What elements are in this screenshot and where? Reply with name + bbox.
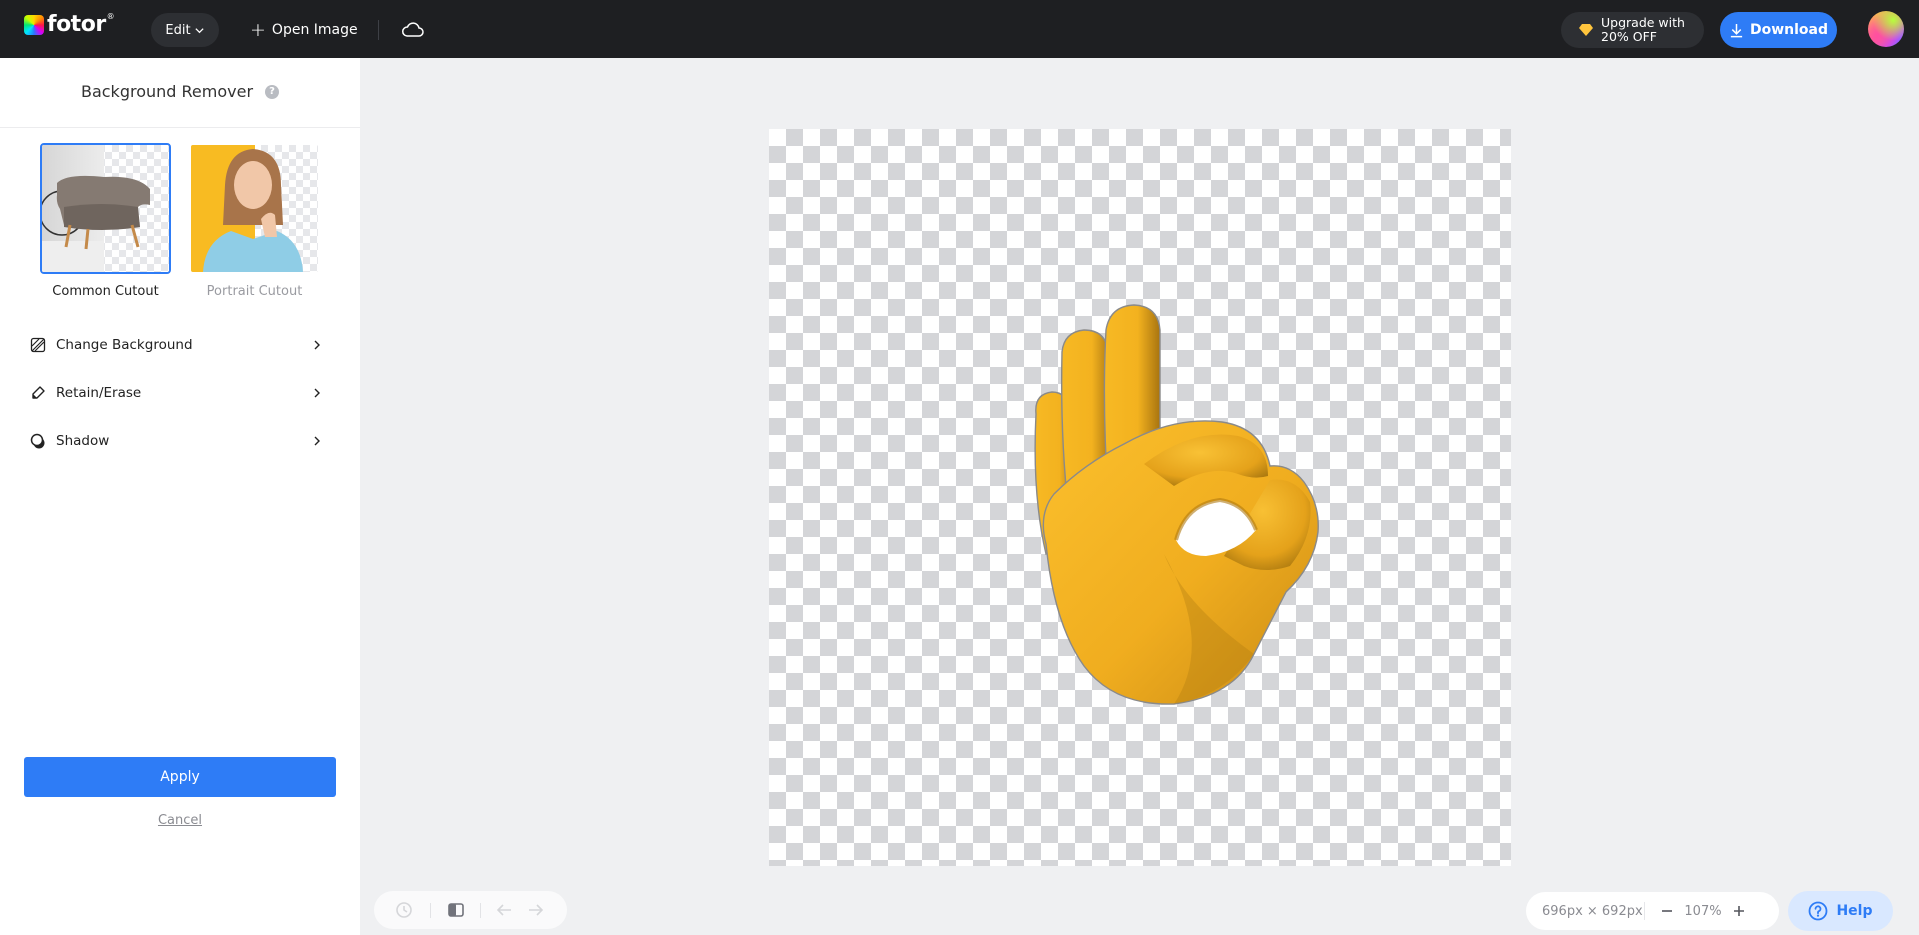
help-button[interactable]: Help xyxy=(1788,891,1893,931)
compare-icon[interactable] xyxy=(446,900,466,920)
common-cutout-label: Common Cutout xyxy=(52,284,159,299)
zoom-toolbar: 696px × 692px 107% xyxy=(1526,892,1779,930)
zoom-level: 107% xyxy=(1684,903,1722,919)
upgrade-button[interactable]: Upgrade with 20% OFF xyxy=(1561,12,1704,48)
change-background-label: Change Background xyxy=(56,337,193,353)
download-button[interactable]: Download xyxy=(1720,12,1837,48)
open-image-button[interactable]: + Open Image xyxy=(250,13,358,47)
open-image-label: Open Image xyxy=(271,22,358,38)
portrait-cutout-thumbnail xyxy=(189,143,320,274)
avatar[interactable] xyxy=(1868,11,1904,47)
retain-erase-label: Retain/Erase xyxy=(56,385,142,401)
panel-title: Background Remover ? xyxy=(0,82,360,101)
help-question-icon[interactable]: ? xyxy=(265,84,280,99)
cancel-link[interactable]: Cancel xyxy=(0,813,360,828)
minus-icon xyxy=(1662,910,1672,912)
edit-label: Edit xyxy=(165,22,191,38)
chevron-down-icon xyxy=(194,27,204,33)
image-canvas[interactable] xyxy=(769,129,1511,866)
plus-icon xyxy=(1734,906,1744,916)
shadow-label: Shadow xyxy=(56,433,110,449)
zoom-in-button[interactable] xyxy=(1729,901,1749,921)
portrait-cutout-label: Portrait Cutout xyxy=(206,284,303,299)
portrait-cutout-option[interactable]: Portrait Cutout xyxy=(189,143,320,299)
diamond-icon xyxy=(1579,24,1593,36)
edit-menu-button[interactable]: Edit xyxy=(151,13,219,47)
zoom-divider xyxy=(1644,902,1645,920)
image-dimensions: 696px × 692px xyxy=(1542,903,1643,919)
fotor-logo-icon xyxy=(24,15,44,35)
retain-erase-item[interactable]: Retain/Erase xyxy=(30,380,322,406)
shadow-icon xyxy=(30,433,45,449)
zoom-out-button[interactable] xyxy=(1657,901,1677,921)
panel-divider xyxy=(0,127,360,128)
top-header: fotor ® Edit + Open Image Upgrade with 2… xyxy=(0,0,1919,58)
undo-icon[interactable] xyxy=(494,900,514,920)
download-label: Download xyxy=(1749,22,1829,38)
background-icon xyxy=(30,337,46,353)
toolbar-divider xyxy=(430,903,431,918)
shadow-item[interactable]: Shadow xyxy=(30,428,322,454)
download-icon xyxy=(1730,23,1743,37)
ok-hand-image xyxy=(1034,304,1319,705)
background-remover-panel: Background Remover ? Common Cutout Portr… xyxy=(0,58,360,935)
redo-icon[interactable] xyxy=(526,900,546,920)
apply-button[interactable]: Apply xyxy=(24,757,336,797)
panel-title-text: Background Remover xyxy=(80,82,254,101)
change-background-item[interactable]: Change Background xyxy=(30,332,322,358)
common-cutout-thumbnail xyxy=(40,143,171,274)
chevron-right-icon xyxy=(314,340,320,350)
chevron-right-icon xyxy=(314,436,320,446)
fotor-logo[interactable]: fotor ® xyxy=(24,12,115,37)
chevron-right-icon xyxy=(314,388,320,398)
header-divider xyxy=(378,20,379,40)
armchair-preview-icon xyxy=(42,145,169,272)
eraser-icon xyxy=(32,386,45,399)
logo-text: fotor xyxy=(47,12,106,37)
help-circle-icon xyxy=(1809,901,1828,921)
upgrade-line1: Upgrade with xyxy=(1601,15,1685,30)
portrait-preview-icon xyxy=(191,145,318,272)
cloud-icon[interactable] xyxy=(400,18,426,42)
upgrade-line2: 20% OFF xyxy=(1601,29,1657,44)
registered-mark: ® xyxy=(106,12,115,21)
common-cutout-option[interactable]: Common Cutout xyxy=(40,143,171,299)
toolbar-divider xyxy=(480,903,481,918)
history-toolbar xyxy=(374,891,567,929)
help-label: Help xyxy=(1836,903,1873,919)
history-icon[interactable] xyxy=(394,900,414,920)
plus-icon: + xyxy=(250,18,266,41)
